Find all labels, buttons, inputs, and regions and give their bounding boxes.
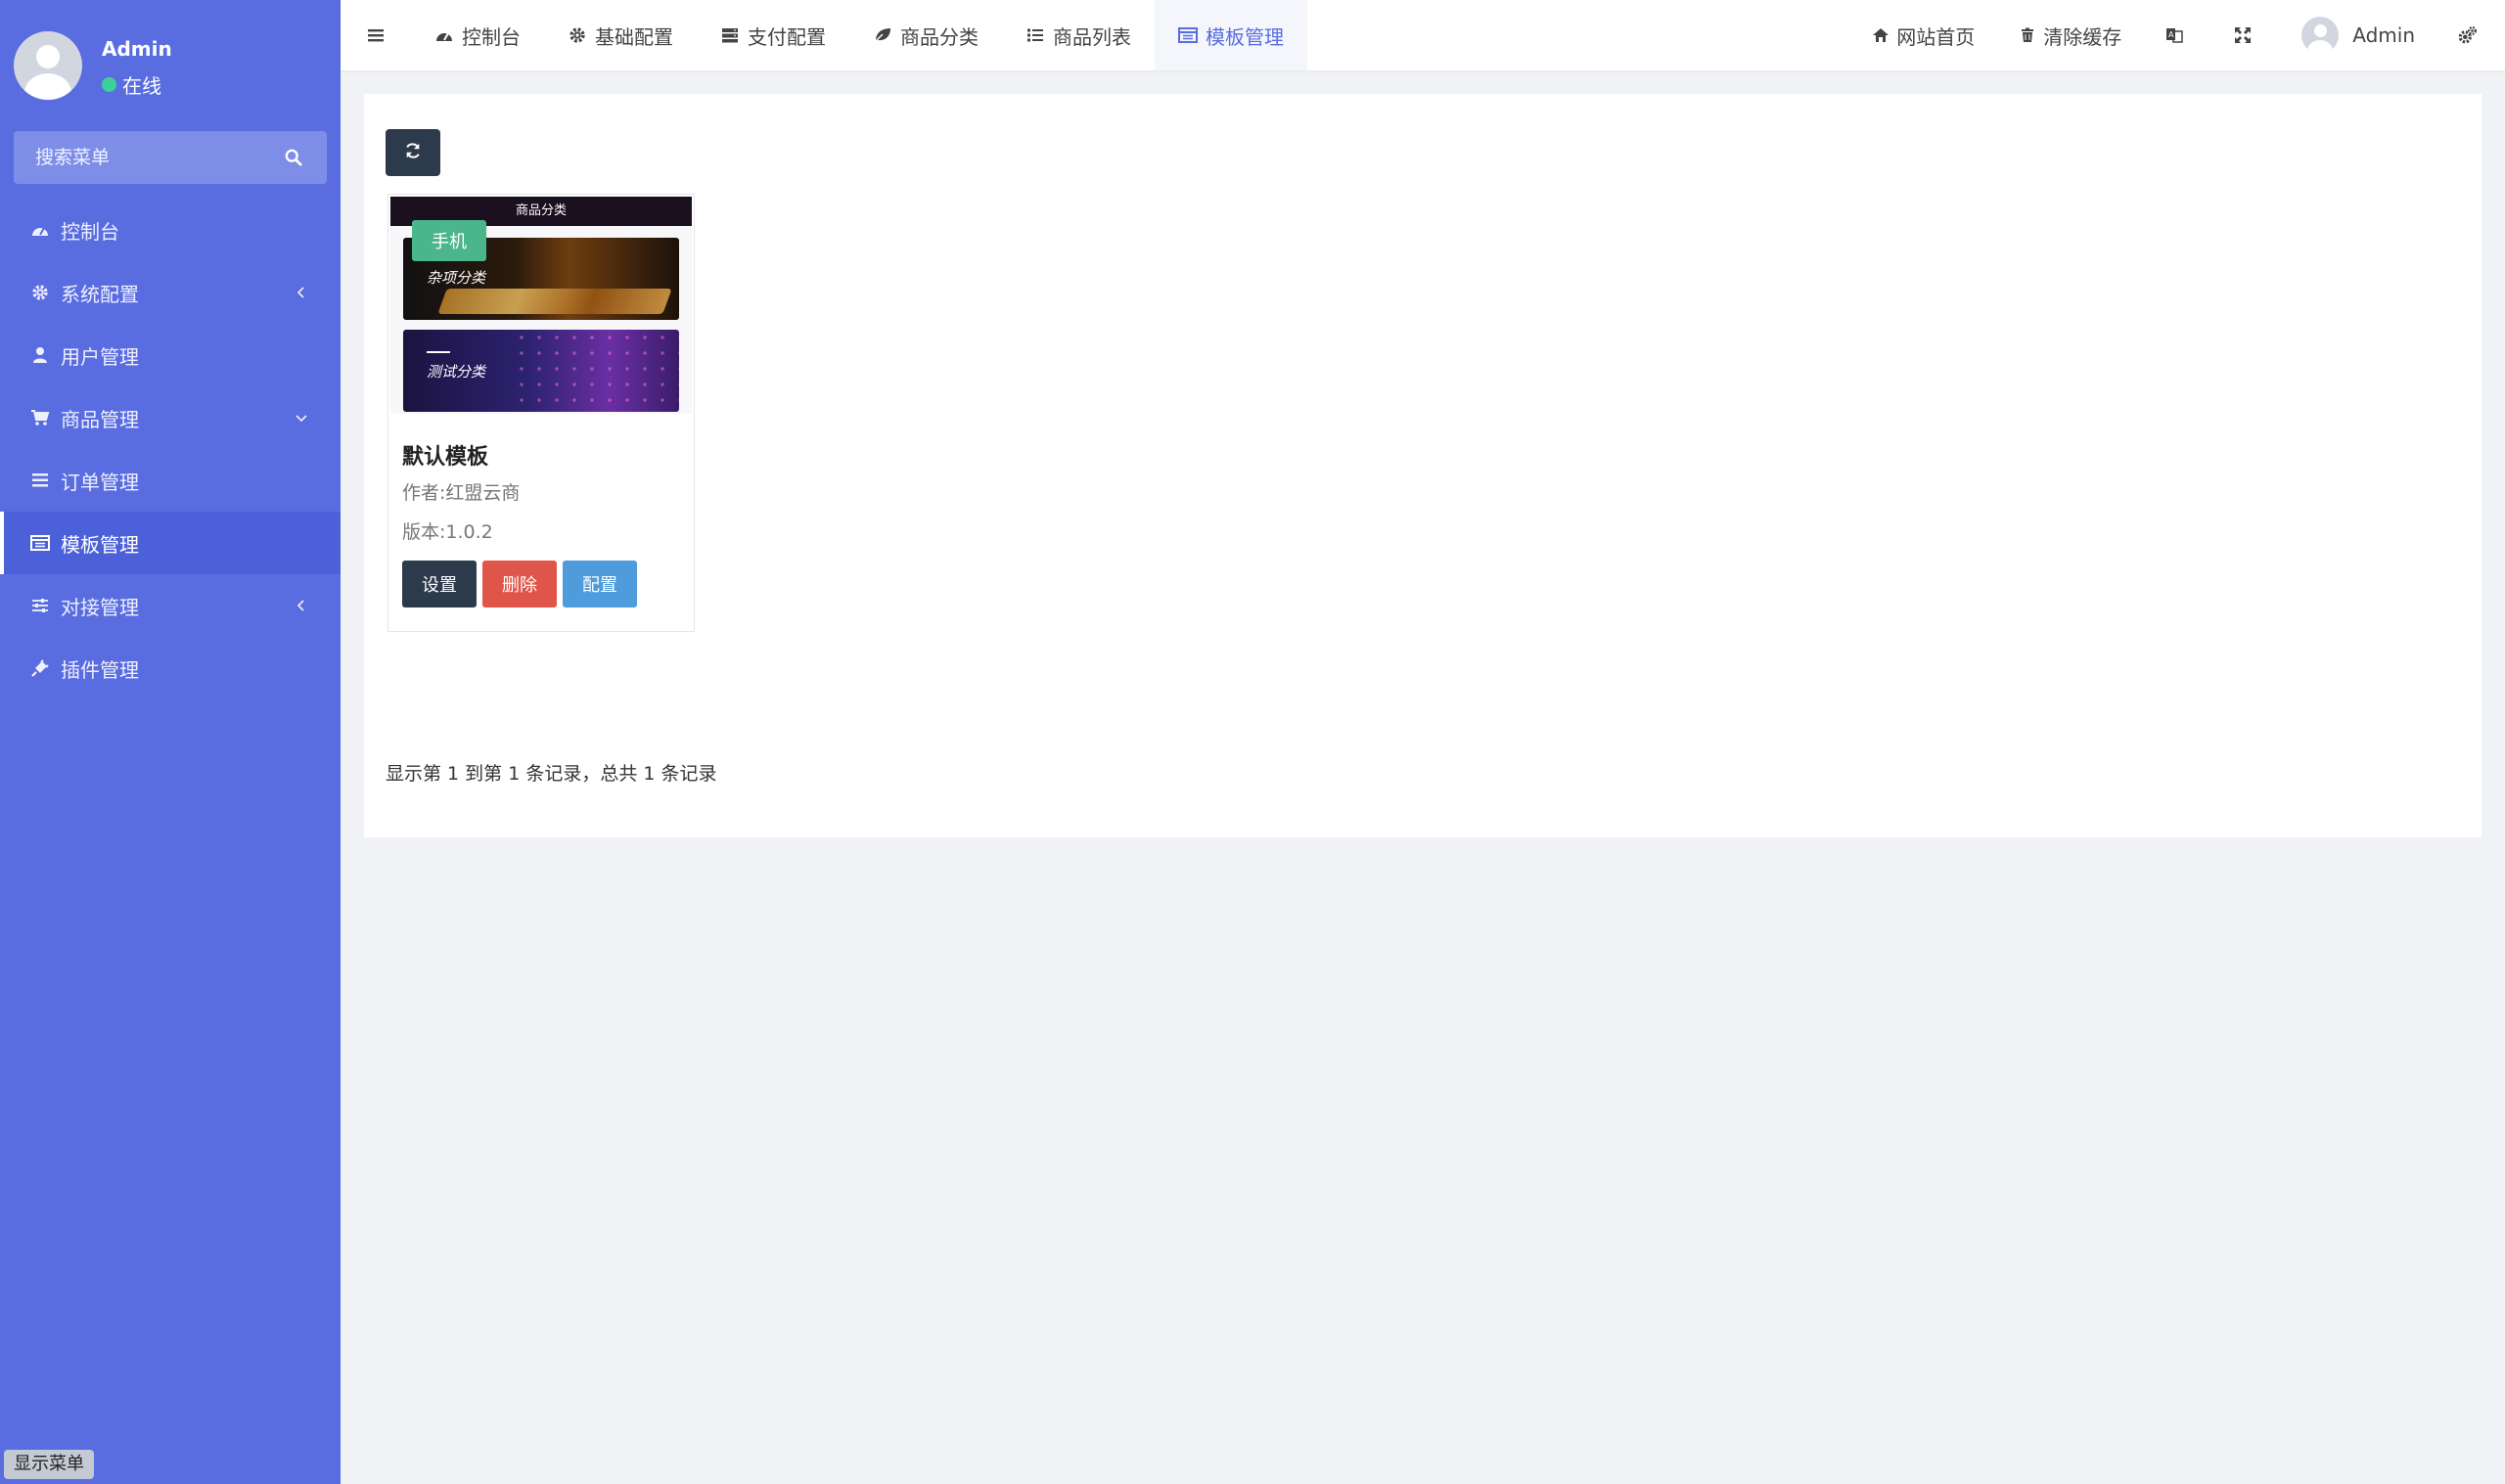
sidebar-item-label: 模板管理 <box>61 532 139 557</box>
topbar-avatar <box>2301 17 2340 54</box>
website-home-link[interactable]: 网站首页 <box>1849 0 1996 70</box>
template-preview-image: 商品分类 杂项分类 测试分类 手机 <box>390 197 692 414</box>
template-actions: 设置 删除 配置 <box>402 561 637 607</box>
tab-label: 控制台 <box>462 24 521 49</box>
refresh-button[interactable] <box>386 129 440 176</box>
sidebar-item-label: 用户管理 <box>61 344 139 369</box>
clear-cache-label: 清除缓存 <box>2043 24 2122 49</box>
sliders-icon <box>29 595 51 616</box>
preview-banner-test: 测试分类 <box>403 330 679 412</box>
hamburger-menu-icon[interactable] <box>362 22 389 49</box>
expand-arrows-icon <box>2233 25 2253 45</box>
template-version: 版本:1.0.2 <box>402 521 493 543</box>
translate-icon: A <box>2164 25 2184 45</box>
sidebar-item-label: 插件管理 <box>61 657 139 682</box>
pagination-info: 显示第 1 到第 1 条记录，总共 1 条记录 <box>386 763 717 785</box>
search-icon[interactable] <box>282 146 305 169</box>
sidebar-item-system-config[interactable]: 系统配置 <box>0 261 341 324</box>
sidebar-item-templates[interactable]: 模板管理 <box>0 512 341 574</box>
sidebar-menu: 控制台 系统配置 用户管理 商品管理 订单管理 模板管理 对接管理 插件管理 <box>0 199 341 699</box>
window-list-icon <box>1178 25 1198 45</box>
chevron-down-icon <box>292 408 311 427</box>
topbar-right-actions: 网站首页 清除缓存 A Admin <box>1849 0 2505 70</box>
home-icon <box>1871 25 1890 45</box>
menu-search-input[interactable] <box>35 147 282 168</box>
tab-label: 模板管理 <box>1206 24 1284 49</box>
tab-product-categories[interactable]: 商品分类 <box>849 0 1002 70</box>
template-delete-button[interactable]: 删除 <box>482 561 557 607</box>
sidebar-item-orders[interactable]: 订单管理 <box>0 449 341 512</box>
trash-icon <box>2018 25 2037 45</box>
refresh-icon <box>404 142 422 163</box>
gears-icon <box>2458 25 2478 45</box>
preview-banner-label: 杂项分类 <box>427 269 486 287</box>
tab-label: 支付配置 <box>748 24 826 49</box>
tab-label: 商品列表 <box>1053 24 1131 49</box>
website-home-label: 网站首页 <box>1896 24 1976 49</box>
sidebar-search <box>14 131 327 184</box>
sidebar-item-label: 控制台 <box>61 219 119 244</box>
template-author: 作者:红盟云商 <box>402 482 521 504</box>
top-nav-tabs: 控制台 基础配置 支付配置 商品分类 商品列表 模板管理 <box>411 0 1307 70</box>
settings-gears-button[interactable] <box>2437 0 2505 70</box>
content-panel: 商品分类 杂项分类 测试分类 手机 默认模板 作者:红盟云商 版本:1.0.2 … <box>364 94 2482 837</box>
gear-icon <box>29 282 51 303</box>
sidebar: Admin 在线 控制台 系统配置 <box>0 0 341 1484</box>
user-icon <box>29 344 51 366</box>
tab-basic-config[interactable]: 基础配置 <box>544 0 697 70</box>
leaf-icon <box>873 25 892 45</box>
user-menu[interactable]: Admin <box>2280 0 2437 70</box>
tab-product-list[interactable]: 商品列表 <box>1002 0 1155 70</box>
sidebar-item-plugins[interactable]: 插件管理 <box>0 637 341 699</box>
list-bars-icon <box>29 470 51 491</box>
clear-cache-button[interactable]: 清除缓存 <box>1996 0 2143 70</box>
template-card: 商品分类 杂项分类 测试分类 手机 默认模板 作者:红盟云商 版本:1.0.2 … <box>387 194 695 632</box>
sidebar-item-label: 订单管理 <box>61 470 139 494</box>
topbar-user-name: Admin <box>2352 23 2415 47</box>
chevron-left-icon <box>292 283 311 302</box>
tab-label: 基础配置 <box>595 24 673 49</box>
chevron-left-icon <box>292 596 311 615</box>
template-config-button[interactable]: 配置 <box>563 561 637 607</box>
tab-payment-config[interactable]: 支付配置 <box>697 0 849 70</box>
tab-template-management[interactable]: 模板管理 <box>1155 0 1307 70</box>
tab-label: 商品分类 <box>900 24 979 49</box>
sidebar-item-users[interactable]: 用户管理 <box>0 324 341 386</box>
sidebar-item-products[interactable]: 商品管理 <box>0 386 341 449</box>
tab-dashboard[interactable]: 控制台 <box>411 0 544 70</box>
sidebar-item-label: 对接管理 <box>61 595 139 619</box>
online-status-dot-icon <box>102 77 116 92</box>
svg-text:A: A <box>2168 30 2174 39</box>
user-status: 在线 <box>102 70 161 99</box>
gear-icon <box>568 25 587 45</box>
topbar: 控制台 基础配置 支付配置 商品分类 商品列表 模板管理 网站首页 清除缓存 A… <box>341 0 2505 70</box>
shopping-cart-icon <box>29 407 51 428</box>
template-settings-button[interactable]: 设置 <box>402 561 477 607</box>
sidebar-item-dashboard[interactable]: 控制台 <box>0 199 341 261</box>
show-menu-button[interactable]: 显示菜单 <box>4 1450 94 1479</box>
sidebar-item-integrations[interactable]: 对接管理 <box>0 574 341 637</box>
dashboard-gauge-icon <box>29 219 51 241</box>
sidebar-item-label: 系统配置 <box>61 282 139 306</box>
plug-icon <box>29 657 51 679</box>
template-name: 默认模板 <box>402 445 489 470</box>
language-toggle[interactable]: A <box>2143 0 2211 70</box>
sidebar-item-label: 商品管理 <box>61 407 139 431</box>
user-avatar <box>14 31 82 100</box>
fullscreen-toggle[interactable] <box>2211 0 2280 70</box>
user-panel: Admin 在线 <box>14 31 327 100</box>
preview-banner-label: 测试分类 <box>427 363 486 381</box>
device-badge: 手机 <box>412 220 486 261</box>
window-list-icon <box>29 532 51 554</box>
list-icon <box>1025 25 1045 45</box>
server-icon <box>720 25 740 45</box>
user-name: Admin <box>102 37 172 61</box>
dashboard-gauge-icon <box>434 25 454 45</box>
user-status-label: 在线 <box>122 74 161 98</box>
